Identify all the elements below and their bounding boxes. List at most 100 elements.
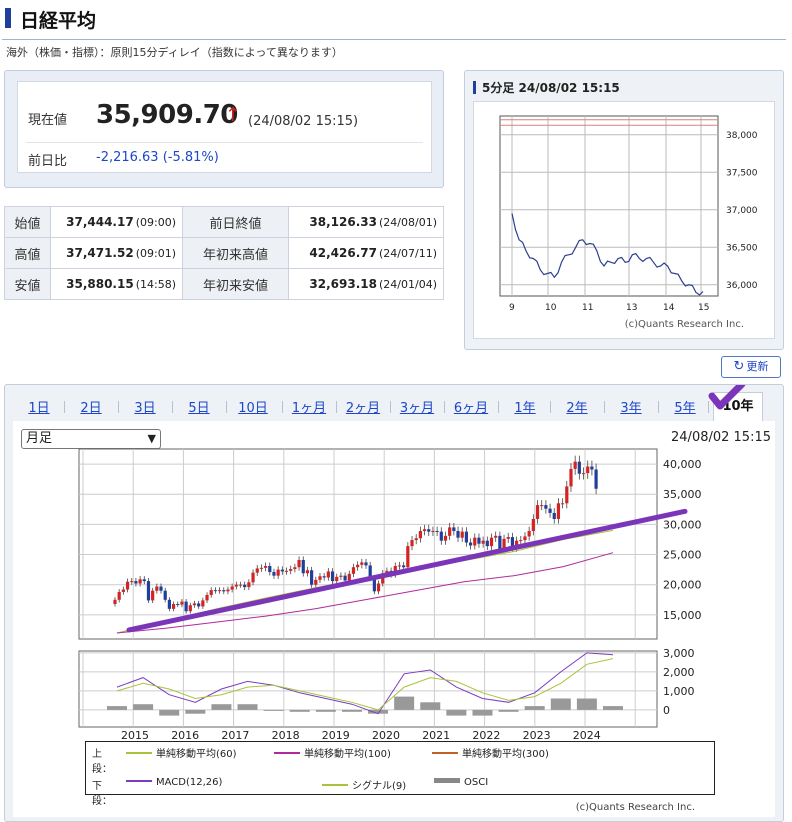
candle-body [117,591,121,600]
candle-body [213,590,217,592]
refresh-button[interactable]: ↻ 更新 [721,356,781,378]
candle-body [146,581,151,601]
high-value-cell: 37,471.52 (09:01) [50,237,183,269]
y-tick-label: 20,000 [663,579,702,592]
quote-panel: 現在値 35,909.70 ↑ (24/08/02 15:15) 前日比 -2,… [4,70,444,188]
candle-body [397,565,402,567]
y-tick-label: 37,500 [726,168,758,178]
legend-label: シグナル(9) [352,781,407,792]
candle-body [364,562,368,566]
candle-body [205,594,209,601]
candle-body [159,586,163,591]
candle-body [485,540,489,547]
legend-swatch [126,752,152,754]
tab-8[interactable]: 3ヶ月 [395,397,439,416]
candle-body [197,603,201,607]
y-tick-label: 40,000 [663,458,702,471]
candle-body [138,579,142,584]
price-time: (24/08/02 15:15) [248,114,359,129]
intraday-chart-panel: 5分足 24/08/02 15:15 9 10 11 13 14 15 36,000 36,5… [464,70,784,350]
intraday-chart-box[interactable]: 9 10 11 13 14 15 36,000 36,500 37,000 37,500 38,00… [473,101,775,339]
tab-1[interactable]: 1日 [17,397,61,416]
period-tabs: 1日 2日 3日 5日 10日 1ヶ月 2ヶ月 3ヶ月 6ヶ月 1年 2年 3年 5年 10年 [11,385,775,422]
y-tick-label: 30,000 [663,518,702,531]
candle-body [335,576,339,582]
legend-item: 単純移動平均(100) [274,745,391,760]
candle-body [406,546,410,568]
tab-13[interactable]: 5年 [663,397,707,416]
legend-upper-head: 上段： [92,749,112,775]
tab-12[interactable]: 3年 [609,397,653,416]
osci-bar [603,706,623,710]
tab-separator [658,401,659,413]
candle-body [314,579,318,585]
table-row: 高値 37,471.52 (09:01) 年初来高値 42,426.77 (24/0… [4,237,444,269]
prev-close-label: 前日終値 [182,206,289,238]
candle-body [548,508,552,513]
candle-body [339,575,343,577]
tab-separator [172,401,173,413]
ytd-high-label: 年初来高値 [182,237,289,269]
candle-body [473,537,477,546]
long-term-chart-panel: 1日 2日 3日 5日 10日 1ヶ月 2ヶ月 3ヶ月 6ヶ月 1年 2年 3年 5年 10年 月足 ▼ 2… [4,384,784,822]
candle-body [506,537,510,539]
legend-item: シグナル(9) [322,777,406,792]
tab-2[interactable]: 2日 [69,397,113,416]
candle-body [264,566,268,568]
candle-body [113,599,117,605]
osci-bar [289,709,310,712]
y-tick-label: 25,000 [663,549,702,562]
tab-5[interactable]: 10日 [231,397,275,416]
tab-9[interactable]: 6ヶ月 [449,397,493,416]
y-tick-label: 3,000 [663,647,695,660]
osci-bar [237,704,258,710]
legend-item: 単純移動平均(60) [126,745,237,760]
candle-body [460,531,464,538]
candle-body [535,505,540,519]
candle-body [477,537,481,544]
tab-11[interactable]: 2年 [555,397,599,416]
delay-note: 海外（株価・指標）：原則15分ディレイ（指数によって異なります） [6,46,343,59]
long-term-credit: (c)Quants Research Inc. [575,802,695,813]
tab-4[interactable]: 5日 [177,397,221,416]
candle-body [289,569,293,571]
tab-3[interactable]: 3日 [123,397,167,416]
checkmark-annotation-icon [708,385,746,410]
candle-body [402,565,406,568]
candle-body [427,529,431,532]
legend-label: 単純移動平均(60) [156,749,237,760]
candle-body [347,573,351,581]
candle-body [343,575,347,581]
candle-body [573,461,577,469]
candle-body [356,564,360,568]
osci-bar [211,704,232,710]
x-tick-label: 10 [545,303,557,313]
legend-item: MACD(12,26) [126,777,222,788]
osci-bar [159,709,180,716]
low-label: 安値 [4,268,51,300]
candle-body [268,566,272,573]
tab-10[interactable]: 1年 [503,397,547,416]
tab-separator [498,401,499,413]
tab-separator [64,401,65,413]
candle-body [184,601,188,612]
candle-body [259,567,264,569]
title-accent-bar [5,8,11,28]
tab-separator [226,401,227,413]
ytd-low-cell: 32,693.18 (24/01/04) [288,268,444,300]
candle-body [188,605,192,612]
candle-body [569,468,573,487]
x-tick-label: 14 [663,303,675,313]
candle-body [556,503,561,519]
tab-6[interactable]: 1ヶ月 [287,397,331,416]
candle-body [561,503,565,505]
legend-item: 単純移動平均(300) [432,745,549,760]
osci-bar [107,706,127,710]
tab-7[interactable]: 2ヶ月 [341,397,385,416]
high-value: 37,471.52 [66,246,134,260]
candle-body [468,542,473,546]
chart-legend: 上段： 単純移動平均(60) 単純移動平均(100) 単純移動平均(300) 下… [85,741,715,807]
osci-bar [263,709,284,711]
high-label: 高値 [4,237,51,269]
candle-body [318,576,322,580]
